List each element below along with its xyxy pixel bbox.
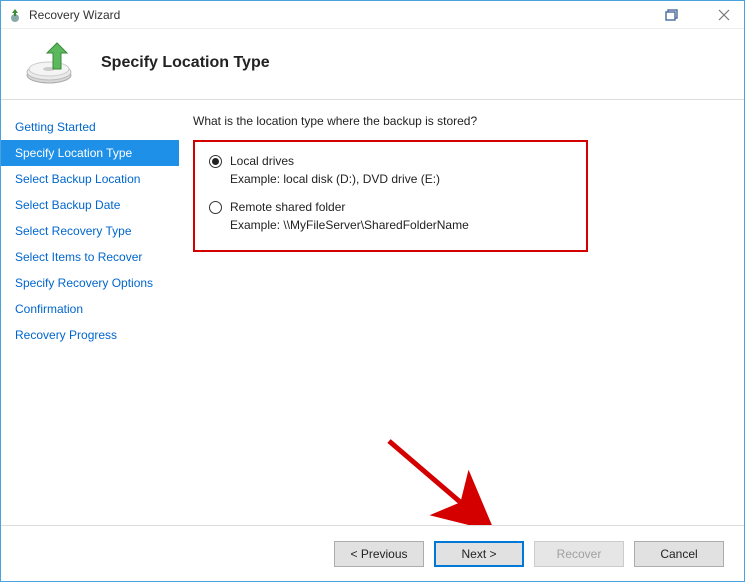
previous-button[interactable]: < Previous [334, 541, 424, 567]
wizard-footer: < Previous Next > Recover Cancel [1, 525, 744, 581]
wizard-main: What is the location type where the back… [179, 100, 744, 525]
prompt-text: What is the location type where the back… [193, 114, 724, 128]
wizard-steps-sidebar: Getting Started Specify Location Type Se… [1, 100, 179, 525]
close-icon[interactable] [710, 5, 738, 25]
restore-icon[interactable] [658, 5, 686, 25]
app-icon [7, 7, 23, 23]
radio-local-drives-label: Local drives [230, 154, 294, 168]
radio-button-icon [209, 201, 222, 214]
step-specify-recovery-options[interactable]: Specify Recovery Options [1, 270, 179, 296]
radio-remote-shared-folder-example: Example: \\MyFileServer\SharedFolderName [230, 218, 572, 232]
step-select-backup-date[interactable]: Select Backup Date [1, 192, 179, 218]
radio-button-icon [209, 155, 222, 168]
step-getting-started[interactable]: Getting Started [1, 114, 179, 140]
window-title: Recovery Wizard [29, 8, 120, 22]
radio-local-drives[interactable]: Local drives [209, 154, 572, 168]
cancel-button[interactable]: Cancel [634, 541, 724, 567]
recovery-icon [23, 41, 83, 85]
radio-local-drives-example: Example: local disk (D:), DVD drive (E:) [230, 172, 572, 186]
page-title: Specify Location Type [101, 54, 270, 72]
next-button[interactable]: Next > [434, 541, 524, 567]
step-recovery-progress[interactable]: Recovery Progress [1, 322, 179, 348]
recover-button: Recover [534, 541, 624, 567]
wizard-body: Getting Started Specify Location Type Se… [1, 100, 744, 525]
step-select-backup-location[interactable]: Select Backup Location [1, 166, 179, 192]
radio-remote-shared-folder-label: Remote shared folder [230, 200, 345, 214]
wizard-header: Specify Location Type [1, 29, 744, 100]
step-confirmation[interactable]: Confirmation [1, 296, 179, 322]
step-select-recovery-type[interactable]: Select Recovery Type [1, 218, 179, 244]
step-specify-location-type[interactable]: Specify Location Type [1, 140, 179, 166]
radio-remote-shared-folder[interactable]: Remote shared folder [209, 200, 572, 214]
titlebar: Recovery Wizard [1, 1, 744, 29]
step-select-items-to-recover[interactable]: Select Items to Recover [1, 244, 179, 270]
options-highlight-box: Local drives Example: local disk (D:), D… [193, 140, 588, 252]
